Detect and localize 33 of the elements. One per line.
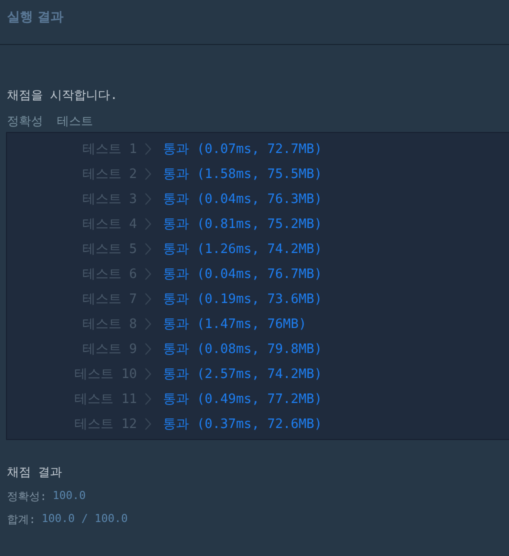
- chevron-right-icon: [145, 368, 151, 380]
- test-result: 통과 (0.81ms, 75.2MB): [163, 216, 322, 232]
- panel-title: 실행 결과: [7, 9, 64, 26]
- chevron-right-icon: [145, 418, 151, 430]
- chevron-right-icon: [145, 142, 151, 154]
- summary-label: 정확성:: [7, 489, 47, 504]
- test-result: 통과 (0.07ms, 72.7MB): [163, 140, 322, 158]
- test-result: 통과 (1.47ms, 76MB): [163, 316, 306, 332]
- section-label: 정확성: [7, 113, 43, 129]
- test-result: 통과 (0.49ms, 77.2MB): [163, 390, 322, 408]
- summary-value: 100.0: [52, 489, 86, 504]
- chevron-right-icon: [145, 292, 151, 304]
- test-result: 통과 (0.19ms, 73.6MB): [163, 290, 322, 308]
- test-result: 통과 (1.58ms, 75.5MB): [163, 166, 322, 182]
- chevron-right-icon: [145, 192, 151, 204]
- chevron-right-icon: [145, 318, 151, 330]
- test-result: 통과 (0.04ms, 76.7MB): [163, 266, 322, 282]
- section-label: 테스트: [57, 113, 93, 129]
- chevron-right-icon: [145, 268, 151, 280]
- chevron-right-icon: [145, 218, 151, 230]
- summary-title: 채점 결과: [7, 464, 64, 481]
- test-result: 통과 (0.37ms, 72.6MB): [163, 416, 322, 432]
- test-result: 통과 (1.26ms, 74.2MB): [163, 240, 322, 258]
- start-message: 채점을 시작합니다.: [7, 87, 118, 104]
- summary-value: 100.0 / 100.0: [42, 512, 128, 527]
- test-result: 통과 (2.57ms, 74.2MB): [163, 366, 322, 382]
- chevron-right-icon: [145, 242, 151, 254]
- chevron-right-icon: [145, 168, 151, 180]
- test-result: 통과 (0.08ms, 79.8MB): [163, 340, 322, 358]
- test-result: 통과 (0.04ms, 76.3MB): [163, 190, 322, 208]
- summary-label: 합계:: [7, 512, 36, 527]
- chevron-right-icon: [145, 342, 151, 354]
- chevron-right-icon: [145, 392, 151, 404]
